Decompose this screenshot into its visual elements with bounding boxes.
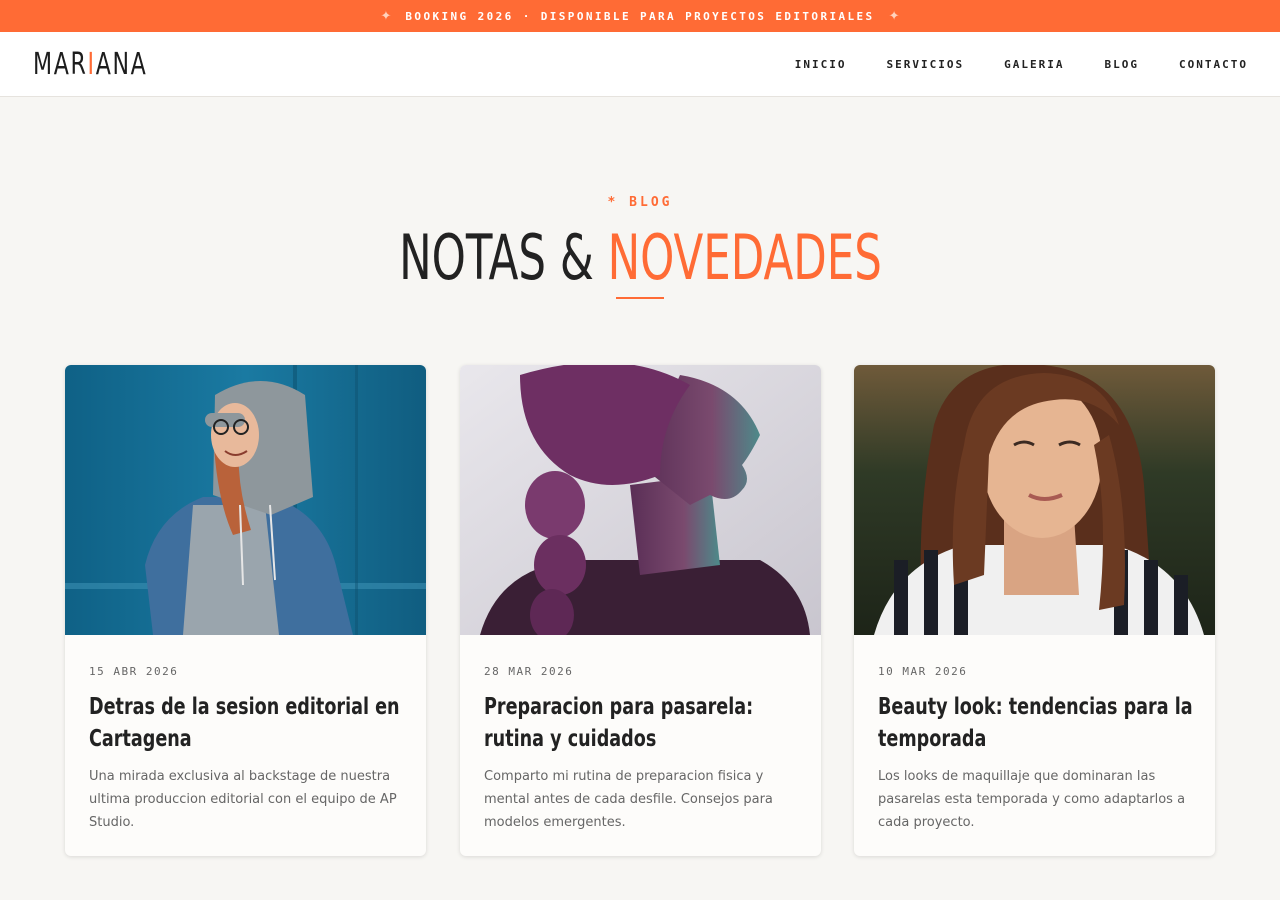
nav-item-servicios[interactable]: SERVICIOS: [887, 58, 965, 71]
beauty-portrait-photo[interactable]: [854, 365, 1215, 635]
site-header: MARIANA INICIO SERVICIOS GALERIA BLOG CO…: [0, 32, 1280, 97]
title-divider: [616, 297, 664, 299]
banner-text: BOOKING 2026 · DISPONIBLE PARA PROYECTOS…: [405, 9, 875, 23]
site-logo[interactable]: MARIANA: [33, 47, 147, 83]
post-date: 15 ABR 2026: [89, 665, 179, 678]
nav-item-blog[interactable]: BLOG: [1105, 58, 1140, 71]
post-excerpt: Los looks de maquillaje que dominaran la…: [878, 769, 1186, 830]
post-title[interactable]: Beauty look: tendencias para la temporad…: [878, 691, 1208, 755]
post-excerpt: Comparto mi rutina de preparacion fisica…: [484, 769, 773, 830]
woman-in-hoodie-photo[interactable]: [65, 365, 426, 635]
post-title[interactable]: Detras de la sesion editorial en Cartage…: [89, 691, 419, 755]
section-title: NOTAS & NOVEDADES: [398, 221, 882, 294]
post-date: 10 MAR 2026: [878, 665, 968, 678]
nav-item-inicio[interactable]: INICIO: [795, 58, 847, 71]
announcement-banner: ✦ BOOKING 2026 · DISPONIBLE PARA PROYECT…: [0, 0, 1280, 32]
post-title[interactable]: Preparacion para pasarela: rutina y cuid…: [484, 691, 814, 755]
nav-item-contacto[interactable]: CONTACTO: [1179, 58, 1248, 71]
blog-card[interactable]: 10 MAR 2026 Beauty look: tendencias para…: [854, 365, 1215, 856]
profile-portrait-photo[interactable]: [460, 365, 821, 635]
blog-card[interactable]: 28 MAR 2026 Preparacion para pasarela: r…: [460, 365, 821, 856]
post-excerpt: Una mirada exclusiva al backstage de nue…: [89, 769, 397, 830]
main-nav: INICIO SERVICIOS GALERIA BLOG CONTACTO: [795, 32, 1248, 96]
sparkle-icon: ✦: [380, 8, 392, 24]
section-eyebrow: * BLOG: [607, 195, 673, 210]
blog-card[interactable]: 15 ABR 2026 Detras de la sesion editoria…: [65, 365, 426, 856]
nav-item-galeria[interactable]: GALERIA: [1004, 58, 1064, 71]
post-date: 28 MAR 2026: [484, 665, 574, 678]
sparkle-icon: ✦: [888, 8, 900, 24]
